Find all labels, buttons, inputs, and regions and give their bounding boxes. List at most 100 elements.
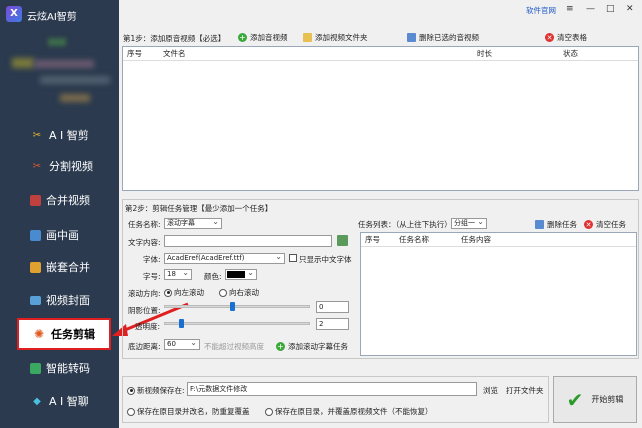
bottom-margin-hint: 不能超过视频高度 bbox=[204, 342, 264, 351]
color-swatch bbox=[227, 271, 245, 278]
column-header-filename: 文件名 bbox=[163, 49, 186, 58]
maximize-button[interactable]: □ bbox=[606, 4, 615, 14]
nested-merge-icon bbox=[30, 261, 41, 273]
text-content-input[interactable] bbox=[164, 235, 332, 247]
task-edit-icon: ✺ bbox=[33, 327, 45, 341]
opacity-slider-thumb[interactable] bbox=[179, 319, 184, 328]
file-table[interactable]: 序号 文件名 时长 状态 bbox=[122, 46, 639, 191]
new-save-radio[interactable]: 新视频保存在: bbox=[127, 385, 185, 396]
radio-label: 保存在原目录并改名，防重复覆盖 bbox=[137, 407, 250, 416]
sidebar-item-label: A I 智剪 bbox=[49, 129, 89, 142]
column-header-task-name: 任务名称 bbox=[399, 235, 429, 244]
website-link[interactable]: 软件官网 bbox=[526, 5, 556, 16]
sidebar-item-split-video[interactable]: ✂ 分割视频 bbox=[0, 152, 119, 180]
smart-transcode-icon bbox=[30, 362, 41, 374]
size-label: 字号: bbox=[143, 272, 161, 281]
sidebar-item-label: 画中画 bbox=[46, 229, 79, 242]
scroll-right-radio[interactable]: 向右滚动 bbox=[219, 287, 259, 298]
open-folder-button[interactable]: 打开文件夹 bbox=[506, 385, 544, 396]
column-header-index: 序号 bbox=[127, 49, 142, 58]
video-cover-icon bbox=[30, 295, 41, 305]
button-label: 删除已选的音视频 bbox=[419, 33, 479, 42]
task-name-label: 任务名称: bbox=[128, 220, 161, 229]
sidebar-item-ai-edit[interactable]: ✂ A I 智剪 bbox=[0, 121, 119, 149]
sidebar-item-ai-chat[interactable]: ◆ A I 智聊 bbox=[0, 387, 119, 415]
add-folder-button[interactable]: 添加视频文件夹 bbox=[303, 31, 368, 44]
sidebar-item-label: 嵌套合并 bbox=[46, 261, 90, 274]
sidebar-item-merge-video[interactable]: 合并视频 bbox=[0, 186, 119, 214]
button-label: 清空任务 bbox=[596, 220, 626, 229]
sidebar-item-task-edit[interactable]: ✺ 任务剪辑 bbox=[17, 318, 111, 350]
table-header: 序号 任务名称 任务内容 bbox=[361, 233, 636, 247]
title-bar: 软件官网 ≡ — □ ✕ bbox=[119, 0, 642, 28]
ai-scissors-icon: ✂ bbox=[32, 129, 42, 141]
step1-label: 第1步：添加原音视频【必选】 bbox=[123, 34, 226, 43]
sidebar-item-video-cover[interactable]: 视频封面 bbox=[0, 286, 119, 314]
menu-icon[interactable]: ≡ bbox=[566, 4, 574, 14]
clear-table-button[interactable]: ✕ 清空表格 bbox=[545, 31, 587, 44]
bottom-margin-select[interactable]: 60 bbox=[164, 338, 200, 350]
add-scroll-task-button[interactable]: + 添加滚动字幕任务 bbox=[276, 340, 348, 353]
shadow-value-input[interactable]: 0 bbox=[316, 301, 349, 313]
scroll-left-radio[interactable]: 向左滚动 bbox=[164, 287, 204, 298]
color-picker[interactable] bbox=[225, 268, 257, 280]
shadow-slider[interactable] bbox=[164, 302, 310, 311]
opacity-value-input[interactable]: 2 bbox=[316, 318, 349, 330]
opacity-label: 透明度: bbox=[135, 322, 161, 331]
split-video-icon: ✂ bbox=[32, 160, 42, 172]
table-header: 序号 文件名 时长 状态 bbox=[123, 47, 638, 61]
close-button[interactable]: ✕ bbox=[626, 4, 634, 14]
merge-video-icon bbox=[30, 194, 41, 206]
task-list-label: 任务列表：（从上往下执行） bbox=[358, 220, 452, 229]
user-info-blurred bbox=[0, 28, 119, 113]
font-select[interactable]: AcadEref(AcadEref.ttf) bbox=[164, 252, 285, 264]
radio-unselected-icon bbox=[127, 407, 135, 416]
scroll-direction-label: 滚动方向: bbox=[128, 289, 161, 298]
bottom-margin-label: 底边距离: bbox=[128, 342, 161, 351]
sidebar-item-label: 智能转码 bbox=[46, 362, 90, 375]
sidebar-item-smart-transcode[interactable]: 智能转码 bbox=[0, 354, 119, 382]
delete-task-button[interactable]: 删除任务 bbox=[535, 218, 577, 231]
opacity-slider[interactable] bbox=[164, 319, 310, 328]
chinese-only-checkbox[interactable] bbox=[289, 254, 297, 262]
chinese-only-label: 只显示中文字体 bbox=[299, 255, 352, 264]
radio-label: 向右滚动 bbox=[229, 288, 259, 297]
radio-label: 保存在原目录，并覆盖原视频文件（不能恢复） bbox=[275, 407, 433, 416]
shadow-slider-thumb[interactable] bbox=[230, 302, 235, 311]
shadow-label: 阴影位置: bbox=[128, 306, 161, 315]
save-path-input[interactable]: F:\元数据文件修改 bbox=[187, 382, 477, 396]
sidebar-item-label: 视频封面 bbox=[46, 294, 90, 307]
radio-unselected-icon bbox=[219, 288, 227, 297]
task-name-select[interactable]: 滚动字幕 bbox=[164, 217, 222, 229]
start-edit-button[interactable]: ✔ 开始剪辑 bbox=[553, 376, 637, 423]
step2-label: 第2步：剪辑任务管理【最少添加一个任务】 bbox=[125, 204, 273, 213]
size-select[interactable]: 18 bbox=[164, 268, 192, 280]
clear-task-button[interactable]: ✕ 清空任务 bbox=[584, 218, 626, 231]
add-audio-video-button[interactable]: + 添加音视频 bbox=[238, 31, 288, 44]
button-label: 添加音视频 bbox=[250, 33, 288, 42]
plus-icon: + bbox=[276, 342, 285, 351]
button-label: 添加滚动字幕任务 bbox=[288, 342, 348, 351]
radio-unselected-icon bbox=[265, 407, 273, 416]
group-select[interactable]: 分组一 bbox=[451, 217, 487, 229]
app-title: 云炫AI智剪 bbox=[27, 12, 77, 23]
delete-selected-button[interactable]: 删除已选的音视频 bbox=[407, 31, 479, 44]
clear-icon: ✕ bbox=[584, 220, 593, 229]
button-label: 删除任务 bbox=[547, 220, 577, 229]
task-list-table[interactable]: 序号 任务名称 任务内容 bbox=[360, 232, 637, 356]
rename-save-radio[interactable]: 保存在原目录并改名，防重复覆盖 bbox=[127, 406, 250, 417]
radio-selected-icon bbox=[127, 386, 135, 395]
sidebar-item-label: 任务剪辑 bbox=[51, 328, 95, 341]
sidebar-item-label: 分割视频 bbox=[49, 160, 93, 173]
column-header-status: 状态 bbox=[563, 49, 578, 58]
browse-button[interactable]: 浏览 bbox=[483, 385, 498, 396]
radio-label: 向左滚动 bbox=[174, 288, 204, 297]
overwrite-save-radio[interactable]: 保存在原目录，并覆盖原视频文件（不能恢复） bbox=[265, 406, 433, 417]
button-label: 添加视频文件夹 bbox=[315, 33, 368, 42]
text-file-icon[interactable] bbox=[337, 235, 348, 246]
sidebar-item-nested-merge[interactable]: 嵌套合并 bbox=[0, 253, 119, 281]
checkmark-icon: ✔ bbox=[566, 387, 584, 412]
radio-label: 新视频保存在: bbox=[137, 386, 185, 395]
minimize-button[interactable]: — bbox=[586, 4, 595, 14]
sidebar-item-pip[interactable]: 画中画 bbox=[0, 221, 119, 249]
